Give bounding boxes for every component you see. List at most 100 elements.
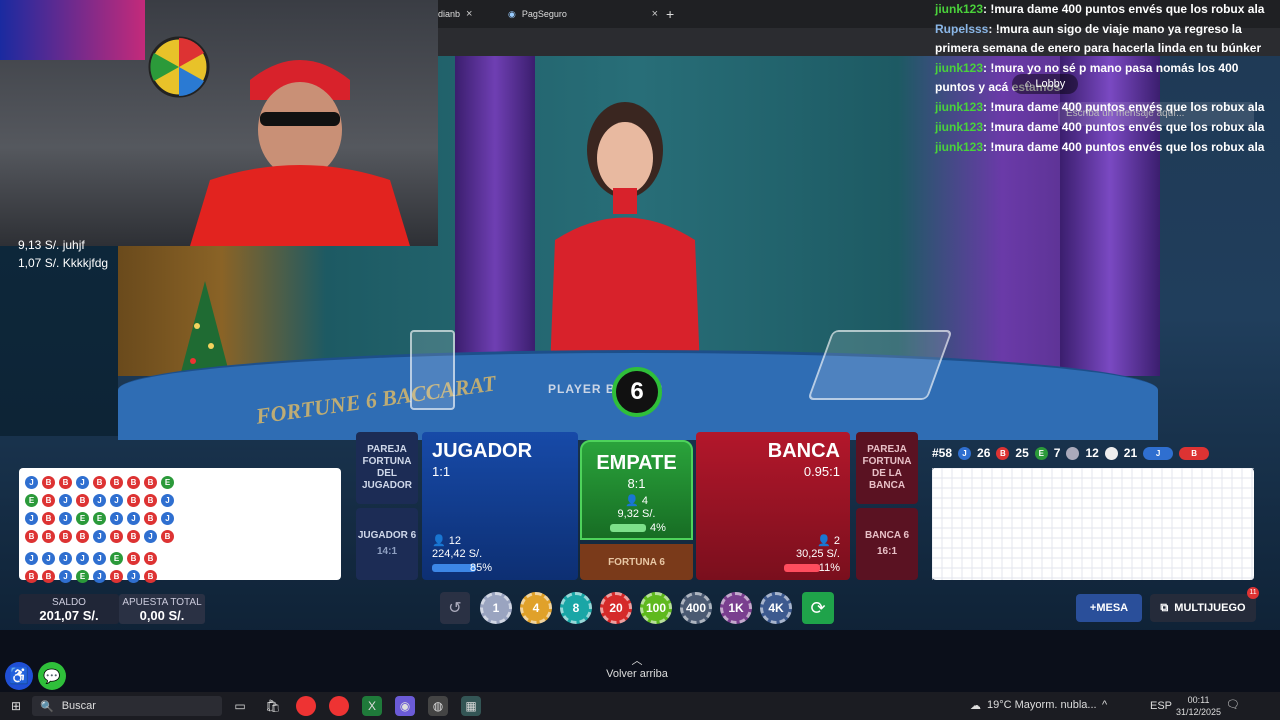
bead-road-dot: J bbox=[25, 512, 38, 525]
bet-jugador[interactable]: JUGADOR 1:1 👤 12 224,42 S/. 85% bbox=[422, 432, 578, 580]
chip-100[interactable]: 100 bbox=[640, 592, 672, 624]
chat-message: jiunk123: !mura yo no sé p mano pasa nom… bbox=[935, 61, 1239, 94]
bead-road-dot: J bbox=[110, 494, 123, 507]
bead-road-dot: B bbox=[110, 530, 123, 543]
bet-players: 👤 2 bbox=[817, 535, 840, 547]
cloud-icon: ☁ bbox=[970, 700, 981, 712]
lobby-label: Lobby bbox=[1035, 78, 1066, 90]
windows-start-icon[interactable]: ⊞ bbox=[6, 696, 26, 716]
tab-pagseguro[interactable]: ◉ PagSeguro × bbox=[508, 3, 658, 25]
bet-amount: 224,42 S/. bbox=[432, 548, 483, 560]
chat-input[interactable]: Escriba un mensaje aquí... bbox=[1058, 102, 1254, 126]
multijuego-button[interactable]: ⧉ MULTIJUEGO bbox=[1150, 594, 1256, 622]
notification-icon[interactable]: 🗨 bbox=[1226, 698, 1240, 711]
chip-1K[interactable]: 1K bbox=[720, 592, 752, 624]
bet-odds: 1:1 bbox=[432, 464, 451, 479]
chip-4[interactable]: 4 bbox=[520, 592, 552, 624]
streamer-webcam bbox=[0, 0, 438, 246]
scroll-top-label: Volver arriba bbox=[606, 668, 668, 680]
bet-banca-6[interactable]: BANCA 6 16:1 bbox=[856, 508, 918, 580]
chip-4K[interactable]: 4K bbox=[760, 592, 792, 624]
discord-icon[interactable]: ◉ bbox=[395, 696, 415, 716]
weather-text: 19°C Mayorm. nubla... bbox=[987, 699, 1097, 711]
dealer-image bbox=[550, 102, 700, 370]
saldo-value: 201,07 S/. bbox=[39, 608, 99, 623]
bet-title: BANCA bbox=[767, 440, 840, 462]
bead-road-dot: J bbox=[144, 530, 157, 543]
stream-chat: jiunk123: !mura dame 400 puntos envés qu… bbox=[935, 0, 1270, 158]
bet-odds: 0.95:1 bbox=[803, 464, 840, 479]
bet-percent: 85% bbox=[470, 562, 493, 574]
bead-road-dot: J bbox=[93, 570, 106, 583]
chrome-active-icon[interactable] bbox=[329, 696, 349, 716]
bead-road-dot: E bbox=[161, 476, 174, 489]
ask-player-button[interactable]: J bbox=[1143, 446, 1174, 460]
bet-fortuna-6[interactable]: FORTUNA 6 bbox=[580, 544, 693, 580]
chip-400[interactable]: 400 bbox=[680, 592, 712, 624]
accessibility-button[interactable]: ♿ bbox=[5, 662, 33, 690]
stack-icon: ⧉ bbox=[1160, 601, 1169, 614]
scroll-top-button[interactable]: ︿ Volver arriba bbox=[600, 652, 674, 680]
discard-box bbox=[410, 330, 455, 410]
apuesta-value: 0,00 S/. bbox=[139, 608, 185, 623]
store-icon[interactable]: 🛍 bbox=[263, 696, 283, 716]
bead-road-dot: B bbox=[59, 476, 72, 489]
taskbar-search[interactable]: 🔍 Buscar bbox=[32, 696, 222, 716]
chat-support-button[interactable]: 💬 bbox=[38, 662, 66, 690]
card-shoe bbox=[807, 330, 953, 400]
repeat-icon: ⟳ bbox=[810, 597, 826, 618]
add-table-button[interactable]: +MESA bbox=[1076, 594, 1142, 622]
excel-icon[interactable]: X bbox=[362, 696, 382, 716]
lobby-button[interactable]: ⌂ Lobby bbox=[1012, 74, 1078, 94]
close-icon[interactable]: × bbox=[466, 8, 472, 20]
tab-label: PagSeguro bbox=[521, 9, 567, 19]
bet-share-bar bbox=[784, 564, 820, 572]
weather-widget[interactable]: ☁ 19°C Mayorm. nubla... bbox=[970, 699, 1097, 712]
bead-road-dot: E bbox=[76, 512, 89, 525]
bead-road-dot: B bbox=[76, 530, 89, 543]
chip-1[interactable]: 1 bbox=[480, 592, 512, 624]
bead-road-dot: B bbox=[144, 476, 157, 489]
bead-road-dot: B bbox=[42, 570, 55, 583]
bead-road-dot: B bbox=[42, 512, 55, 525]
bet-pareja-banca[interactable]: PAREJA FORTUNA DE LA BANCA bbox=[856, 432, 918, 504]
bead-road-row: EBJBJJBBJ bbox=[23, 490, 337, 508]
chat-message: jiunk123: !mura dame 400 puntos envés qu… bbox=[935, 140, 1265, 154]
bet-pareja-jugador[interactable]: PAREJA FORTUNA DEL JUGADOR bbox=[356, 432, 418, 504]
accessibility-icon: ♿ bbox=[9, 668, 29, 685]
obs-icon[interactable]: ◍ bbox=[428, 696, 448, 716]
bead-road-row: JBBJBBBBE bbox=[23, 472, 337, 490]
chip-20[interactable]: 20 bbox=[600, 592, 632, 624]
bead-road-dot: B bbox=[42, 530, 55, 543]
bead-road-dot: B bbox=[127, 476, 140, 489]
new-tab-button[interactable]: + bbox=[666, 3, 674, 25]
bead-road-dot: B bbox=[127, 494, 140, 507]
language-indicator[interactable]: ESP bbox=[1150, 700, 1172, 712]
tab-casino[interactable]: dianb × bbox=[438, 3, 500, 25]
clock[interactable]: 00:11 31/12/2025 bbox=[1176, 694, 1221, 718]
player-wins: 26 bbox=[977, 446, 991, 460]
chat-message: Rupelsss: !mura aun sigo de viaje mano y… bbox=[935, 22, 1262, 55]
task-view-icon[interactable]: ▭ bbox=[230, 696, 250, 716]
ask-banker-button[interactable]: B bbox=[1179, 446, 1210, 460]
bead-road-dot: B bbox=[59, 530, 72, 543]
undo-button[interactable]: ↺ bbox=[440, 592, 470, 624]
chevron-up-icon[interactable]: ^ bbox=[1102, 699, 1107, 711]
chrome-icon[interactable] bbox=[296, 696, 316, 716]
repeat-bet-button[interactable]: ⟳ bbox=[802, 592, 834, 624]
app-icon[interactable]: ▦ bbox=[461, 696, 481, 716]
bead-road-row: JBJEEJJBJ bbox=[23, 508, 337, 526]
apuesta-label: APUESTA TOTAL bbox=[122, 597, 202, 608]
close-icon[interactable]: × bbox=[652, 8, 658, 20]
streamer-image bbox=[190, 60, 410, 246]
bet-banca[interactable]: BANCA 0.95:1 👤 2 30,25 S/. 11% bbox=[696, 432, 850, 580]
bead-road-dot bbox=[161, 564, 174, 577]
chip-8[interactable]: 8 bbox=[560, 592, 592, 624]
bet-jugador-6[interactable]: JUGADOR 6 14:1 bbox=[356, 508, 418, 580]
bead-road-dot: B bbox=[144, 570, 157, 583]
bead-road: JBBJBBBBEEBJBJJBBJJBJEEJJBJBBBBJBBJBJJJJ… bbox=[19, 468, 341, 583]
bead-road-dot: B bbox=[93, 476, 106, 489]
bead-road-dot: E bbox=[76, 570, 89, 583]
bet-empate[interactable]: EMPATE 8:1 👤 4 9,32 S/. 4% bbox=[580, 440, 693, 540]
windows-taskbar: ⊞ 🔍 Buscar ▭ 🛍 X ◉ ◍ ▦ ☁ 19°C Mayorm. nub… bbox=[0, 692, 1280, 720]
